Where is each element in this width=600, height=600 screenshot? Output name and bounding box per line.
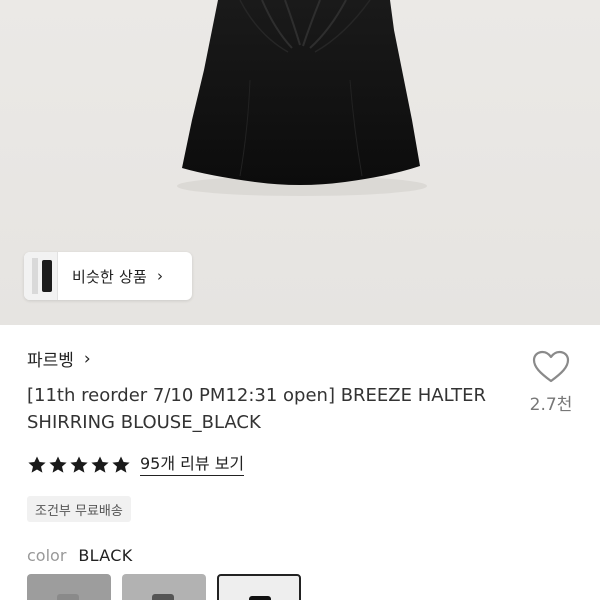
star-icon — [70, 456, 88, 473]
product-title: [11th reorder 7/10 PM12:31 open] BREEZE … — [27, 385, 486, 433]
rating-row: 95개 리뷰 보기 — [27, 454, 245, 476]
color-swatch-option[interactable] — [122, 574, 206, 600]
star-icon — [49, 456, 67, 473]
heart-icon — [532, 350, 570, 383]
rating-stars — [27, 455, 132, 475]
chevron-right-icon: › — [83, 348, 91, 369]
color-label: color — [27, 546, 67, 565]
shipping-badge: 조건부 무료배송 — [27, 496, 131, 522]
brand-name: 파르벵 — [27, 351, 74, 371]
similar-products-label: 비슷한 상품 — [72, 267, 147, 286]
star-icon — [91, 456, 109, 473]
color-row: color BLACK — [27, 546, 133, 565]
similar-products-thumbnail — [24, 252, 58, 300]
chevron-right-icon: › — [156, 267, 163, 285]
wishlist-button[interactable]: 2.7천 — [522, 350, 580, 415]
view-reviews-link[interactable]: 95개 리뷰 보기 — [140, 454, 245, 476]
similar-products-button[interactable]: 비슷한 상품 › — [24, 252, 192, 300]
star-icon — [112, 456, 130, 473]
product-image[interactable]: 비슷한 상품 › — [0, 0, 600, 325]
color-swatch-option[interactable] — [27, 574, 111, 600]
brand-link[interactable]: 파르벵 › — [27, 346, 91, 372]
color-swatch-selected[interactable] — [217, 574, 301, 600]
wishlist-count: 2.7천 — [529, 395, 573, 415]
color-value: BLACK — [78, 546, 133, 565]
star-icon — [28, 456, 46, 473]
